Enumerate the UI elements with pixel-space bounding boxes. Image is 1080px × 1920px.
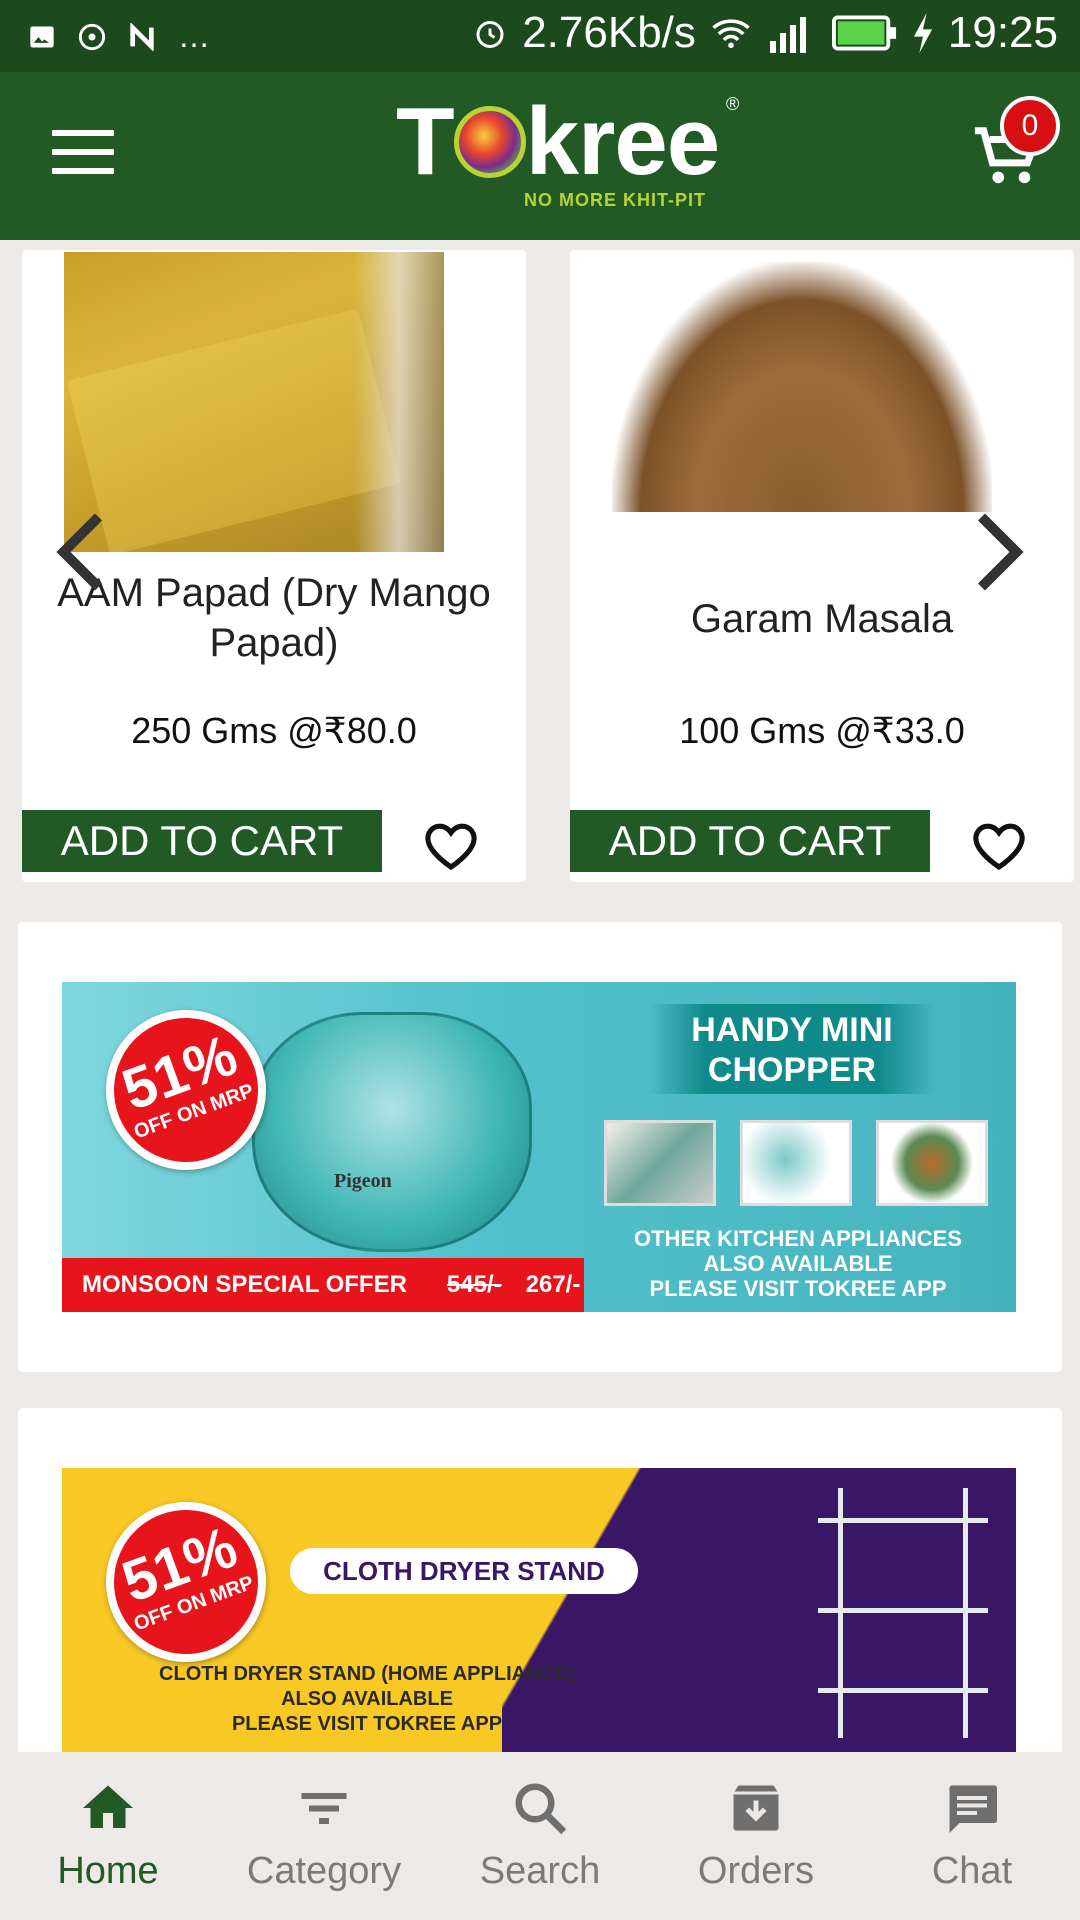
bottom-navigation: Home Category Search Orders Chat bbox=[0, 1752, 1080, 1920]
nav-search[interactable]: Search bbox=[432, 1752, 648, 1920]
filter-icon bbox=[301, 1793, 347, 1824]
charging-icon bbox=[913, 13, 932, 53]
chevron-right-icon[interactable] bbox=[974, 512, 1024, 592]
clock: 19:25 bbox=[947, 8, 1058, 57]
hamburger-icon bbox=[52, 130, 114, 136]
product-image[interactable] bbox=[612, 252, 992, 552]
logo-text-right: kree bbox=[525, 88, 721, 195]
promo-banner-chopper[interactable]: Pigeon 51% OFF ON MRP MONSOON SPECIAL OF… bbox=[62, 982, 1016, 1312]
more-notifications: … bbox=[178, 18, 210, 54]
chevron-left-icon[interactable] bbox=[56, 512, 106, 592]
battery-icon bbox=[831, 15, 896, 51]
chat-icon bbox=[949, 1785, 997, 1833]
banner-title: HANDY MINI CHOPPER bbox=[648, 1004, 936, 1094]
nav-category[interactable]: Category bbox=[216, 1752, 432, 1920]
tokree-logo: Tkree ® NO MORE KHIT-PIT bbox=[396, 94, 746, 214]
gallery-icon bbox=[30, 26, 54, 47]
signal-icon bbox=[769, 17, 806, 53]
registered-mark: ® bbox=[726, 94, 740, 114]
nav-home[interactable]: Home bbox=[0, 1752, 216, 1920]
dryer-stand-image bbox=[818, 1488, 988, 1758]
product-price: 250 Gms @₹80.0 bbox=[131, 710, 417, 751]
product-price: 100 Gms @₹33.0 bbox=[679, 710, 965, 751]
product-image[interactable] bbox=[64, 252, 444, 552]
menu-button[interactable] bbox=[52, 130, 114, 182]
music-icon bbox=[78, 23, 106, 50]
nav-chat[interactable]: Chat bbox=[864, 1752, 1080, 1920]
heart-icon[interactable] bbox=[968, 818, 1030, 874]
status-bar: … 2.76Kb/s 19:25 bbox=[0, 0, 1080, 72]
thumbnail-image bbox=[740, 1120, 852, 1206]
discount-badge: 51% OFF ON MRP bbox=[83, 1479, 289, 1685]
chopper-image bbox=[252, 1012, 532, 1252]
app-header: Tkree ® NO MORE KHIT-PIT 0 bbox=[0, 72, 1080, 240]
home-icon bbox=[83, 1785, 133, 1828]
banner-subtitle: CLOTH DRYER STAND (HOME APPLIANCE) ALSO … bbox=[159, 1663, 575, 1735]
heart-icon[interactable] bbox=[420, 818, 482, 874]
thumbnail-image bbox=[876, 1120, 988, 1206]
add-to-cart-button[interactable]: ADD TO CART bbox=[22, 810, 382, 872]
cart-count-badge: 0 bbox=[1000, 96, 1060, 156]
fruit-basket-icon bbox=[453, 106, 526, 178]
thumbnail-image bbox=[604, 1120, 716, 1206]
net-speed: 2.76Kb/s bbox=[522, 8, 696, 57]
banner-subtitle: OTHER KITCHEN APPLIANCES ALSO AVAILABLE … bbox=[634, 1226, 962, 1301]
add-to-cart-button[interactable]: ADD TO CART bbox=[570, 810, 930, 872]
nav-orders[interactable]: Orders bbox=[648, 1752, 864, 1920]
search-icon bbox=[515, 1783, 567, 1835]
offer-strip: MONSOON SPECIAL OFFER 545/- 267/- bbox=[62, 1258, 584, 1312]
archive-icon bbox=[733, 1785, 779, 1831]
alarm-icon bbox=[476, 21, 504, 48]
n-app-icon bbox=[130, 22, 154, 51]
logo-tagline: NO MORE KHIT-PIT bbox=[524, 190, 706, 210]
promo-banner-card: Pigeon 51% OFF ON MRP MONSOON SPECIAL OF… bbox=[18, 922, 1062, 1372]
brand-label: Pigeon bbox=[334, 1170, 392, 1192]
banner-title: CLOTH DRYER STAND bbox=[290, 1548, 638, 1594]
promo-banner-dryer[interactable]: 51% OFF ON MRP CLOTH DRYER STAND CLOTH D… bbox=[62, 1468, 1016, 1758]
logo-text-left: T bbox=[396, 88, 455, 195]
product-name: Garam Masala bbox=[690, 597, 954, 641]
wifi-icon bbox=[712, 19, 750, 49]
